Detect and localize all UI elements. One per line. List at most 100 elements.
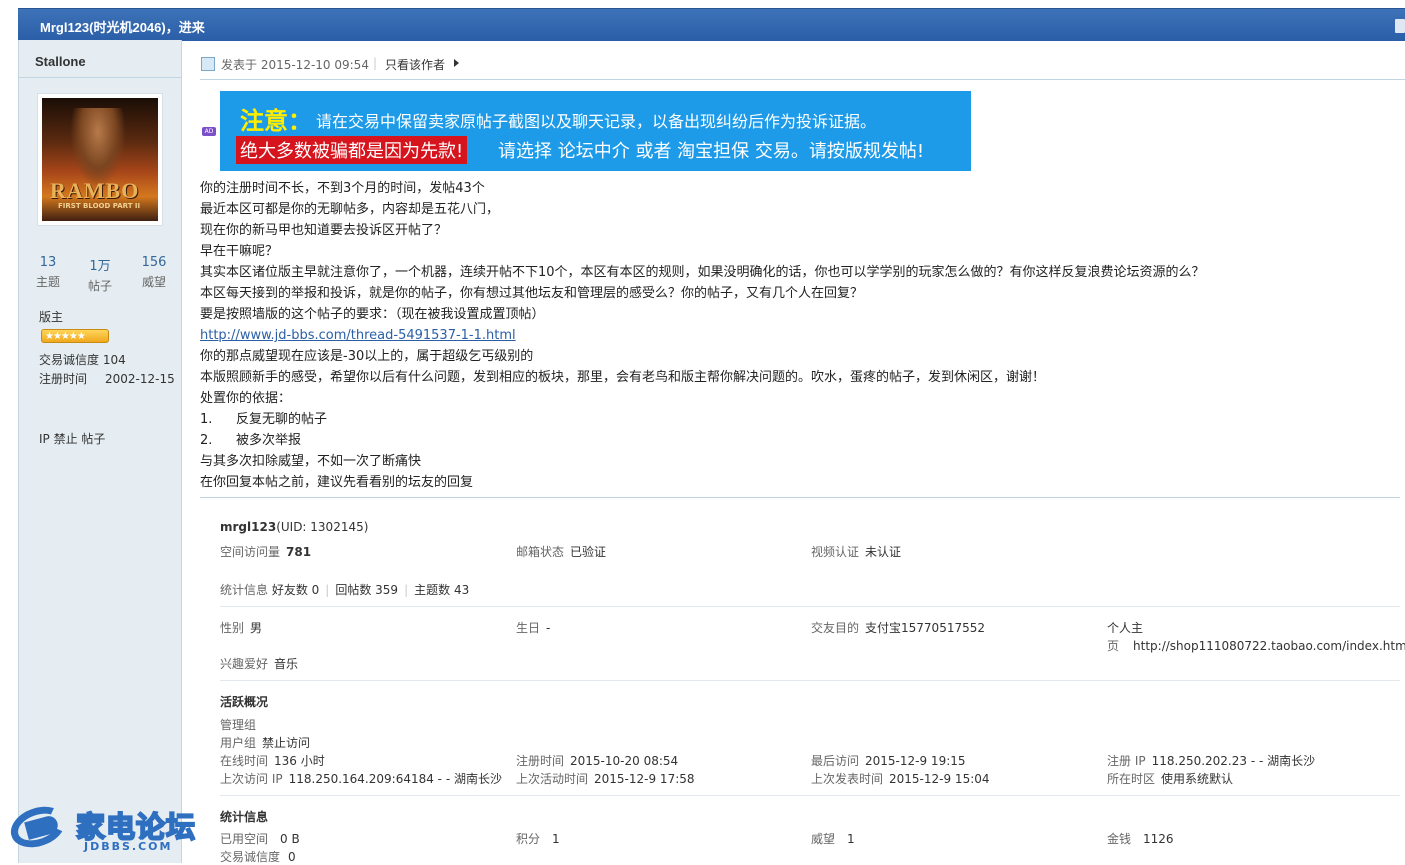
purpose-field: 交友目的 支付宝15770517552 [811, 619, 985, 636]
field-label: 最后访问 [811, 754, 860, 768]
online-status-icon [201, 57, 215, 71]
field-value: 支付宝15770517552 [865, 621, 985, 635]
field-value: 2015-10-20 08:54 [570, 754, 679, 768]
field-label: 页 [1107, 639, 1120, 653]
post-body: 你的注册时间不长，不到3个月的时间，发帖43个 最近本区可都是你的无聊帖多，内容… [200, 178, 1405, 493]
replies-link[interactable]: 回帖数 359 [335, 583, 398, 597]
thread-header: Mrgl123(时光机2046)，进来 [18, 8, 1405, 41]
visits-field: 空间访问量 781 [220, 543, 311, 560]
field-value: 音乐 [274, 657, 299, 671]
post-content: 发表于 2015-12-10 09:54 | 只看该作者 AD 注意： 请在交易中… [200, 40, 1405, 864]
post-meta: 发表于 2015-12-10 09:54 | 只看该作者 [200, 56, 1405, 80]
thread-link[interactable]: http://www.jd-bbs.com/thread-5491537-1-1… [200, 328, 516, 343]
field-value: 已验证 [570, 545, 607, 559]
post-line: http://www.jd-bbs.com/thread-5491537-1-1… [200, 325, 1405, 346]
stat-label: 威望 [141, 275, 166, 289]
field-value: 118.250.202.23 - - 湖南长沙 [1151, 754, 1316, 768]
field-value: 0 B [280, 832, 300, 846]
field-value: 1 [847, 832, 855, 846]
post-time: 发表于 2015-12-10 09:54 [221, 58, 369, 72]
field-label: 统计信息 [220, 583, 269, 597]
last-active-field: 上次活动时间 2015-12-9 17:58 [516, 770, 695, 787]
reg-field: 注册时间 2015-10-20 08:54 [516, 752, 678, 769]
field-value: 2015-12-9 15:04 [889, 772, 990, 786]
list-text: 反复无聊的帖子 [236, 412, 328, 427]
divider [220, 795, 1400, 796]
only-author-link[interactable]: 只看该作者 [385, 56, 445, 73]
profile-username[interactable]: mrgl123(UID: 1302145) [220, 520, 368, 534]
field-value: 2015-12-9 19:15 [865, 754, 966, 768]
page-left-frame [0, 0, 18, 863]
stat-number: 1万 [89, 259, 111, 274]
field-label: 邮箱状态 [516, 545, 565, 559]
author-sidebar: Stallone RAMBO FIRST BLOOD PART II 13 主题… [18, 40, 182, 863]
topics-link[interactable]: 主题数 43 [414, 583, 469, 597]
field-label: 用户组 [220, 736, 257, 750]
post-line: 其实本区诸位版主早就注意你了，一个机器，连续开帖不下10个，本区有本区的规则，如… [200, 265, 1205, 280]
field-value: 136 小时 [274, 754, 325, 768]
notice-banner[interactable]: 注意： 请在交易中保留卖家原帖子截图以及聊天记录，以备出现纠纷后作为投诉证据。 绝… [220, 91, 971, 171]
user-group[interactable]: 版主 [39, 308, 63, 325]
stat-topics[interactable]: 13 主题 [21, 255, 75, 290]
field-label: 已用空间 [220, 832, 269, 846]
post-line: 要是按照墙版的这个帖子的要求：（现在被我设置成置顶帖） [200, 307, 545, 322]
post-line: 最近本区可都是你的无聊帖多，内容却是五花八门， [200, 202, 500, 217]
register-label: 注册时间 [39, 372, 88, 386]
last-ip-field: 上次访问 IP 118.250.164.209:64184 - - 湖南长沙 [220, 770, 502, 787]
field-label: 注册 IP [1107, 754, 1146, 768]
field-label: 生日 [516, 621, 541, 635]
ip-ban-link[interactable]: IP 禁止 帖子 [39, 430, 105, 447]
stat-prestige[interactable]: 156 威望 [127, 255, 181, 290]
stat-number: 13 [39, 255, 57, 270]
avatar[interactable]: RAMBO FIRST BLOOD PART II [37, 93, 163, 226]
rank-stars-icon: ★★★★★ [41, 329, 109, 343]
post-line: 在你回复本帖之前，建议先看看别的坛友的回复 [200, 475, 474, 490]
field-label: 在线时间 [220, 754, 269, 768]
online-field: 在线时间 136 小时 [220, 752, 325, 769]
hobby-field: 兴趣爱好 音乐 [220, 655, 298, 672]
stat-label: 主题 [35, 275, 60, 289]
avatar-figure [70, 108, 126, 188]
homepage-link[interactable]: http://shop111080722.taobao.com/index.ht… [1133, 639, 1405, 653]
print-icon[interactable] [1395, 19, 1405, 33]
divider [200, 497, 1400, 498]
field-label: 交易诚信度 [220, 850, 281, 864]
field-label: 管理组 [220, 718, 257, 732]
points-field: 积分 1 [516, 830, 560, 847]
field-value: 0 [288, 850, 296, 864]
username: mrgl123 [220, 520, 277, 534]
divider [200, 79, 1405, 80]
uid: (UID: 1302145) [276, 520, 369, 534]
separator: | [325, 583, 330, 597]
last-visit-field: 最后访问 2015-12-9 19:15 [811, 752, 966, 769]
field-label: 积分 [516, 832, 541, 846]
field-value: 使用系统默认 [1161, 772, 1234, 786]
timezone-field: 所在时区 使用系统默认 [1107, 770, 1233, 787]
field-value: 118.250.164.209:64184 - - 湖南长沙 [288, 772, 502, 786]
field-label: 威望 [811, 832, 836, 846]
stat-posts[interactable]: 1万 帖子 [73, 255, 127, 294]
video-field: 视频认证 未认证 [811, 543, 901, 560]
site-logo[interactable]: 家电论坛 JDBBS.COM [5, 799, 208, 860]
field-label: 兴趣爱好 [220, 657, 269, 671]
field-value: 1 [552, 832, 560, 846]
field-value[interactable]: 禁止访问 [262, 736, 310, 750]
money-field: 金钱 1126 [1107, 830, 1174, 847]
field-label: 金钱 [1107, 832, 1132, 846]
friends-link[interactable]: 好友数 0 [272, 583, 319, 597]
ad-badge: AD [202, 127, 216, 136]
email-field: 邮箱状态 已验证 [516, 543, 606, 560]
author-name[interactable]: Stallone [35, 54, 86, 69]
stat-label: 帖子 [87, 279, 112, 293]
banner-notice-word: 注意： [240, 107, 312, 135]
register-date: 注册时间 2002-12-15 [39, 370, 175, 387]
stats-field: 统计信息 好友数 0 | 回帖数 359 | 主题数 43 [220, 581, 469, 598]
activity-title: 活跃概况 [220, 695, 269, 709]
gender-field: 性别男 [220, 619, 262, 636]
logo-domain: JDBBS.COM [84, 840, 173, 853]
triangle-right-icon [454, 59, 459, 67]
homepage-label: 个人主 [1107, 621, 1144, 635]
separator: | [404, 583, 409, 597]
divider [220, 680, 1400, 681]
admin-group-field: 管理组 [220, 716, 256, 733]
